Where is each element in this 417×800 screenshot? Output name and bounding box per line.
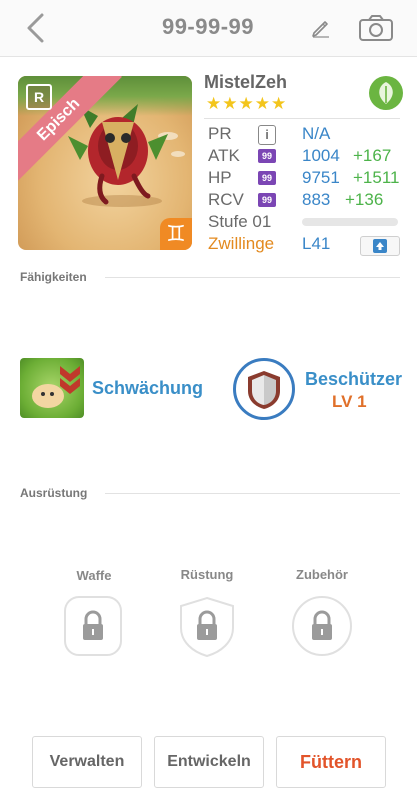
pr-value: N/A	[302, 124, 331, 143]
stat-row-hp: HP 99 9751 +1511	[208, 168, 400, 187]
max-level-badge: 99	[258, 171, 276, 185]
feed-button[interactable]: Füttern	[276, 736, 386, 788]
stat-row-rcv: RCV 99 883 +136	[208, 190, 384, 209]
monster-portrait[interactable]: Episch R ♊	[18, 76, 192, 250]
chevron-left-icon	[27, 13, 44, 43]
leaf-element-icon	[369, 76, 403, 110]
screenshot-button[interactable]	[358, 14, 394, 42]
monster-name: MistelZeh	[204, 72, 288, 92]
stat-row-atk: ATK 99 1004 +167	[208, 146, 392, 165]
weapon-slot-label: Waffe	[76, 568, 112, 583]
upgrade-sign-button[interactable]	[360, 236, 400, 256]
abilities-section-title: Fähigkeiten	[20, 270, 87, 284]
lock-icon	[292, 596, 352, 656]
hp-value: 9751	[302, 168, 340, 187]
arrow-up-icon	[373, 239, 387, 253]
page-title: 99-99-99	[161, 14, 255, 39]
weapon-slot[interactable]	[64, 596, 122, 656]
camera-icon	[359, 15, 393, 41]
zodiac-sign-icon: ♊	[160, 218, 192, 250]
equipment-section-title: Ausrüstung	[20, 486, 88, 500]
manage-button[interactable]: Verwalten	[32, 736, 142, 788]
back-button[interactable]	[22, 12, 50, 44]
skill-name[interactable]: Schwächung	[92, 378, 203, 399]
evolve-button[interactable]: Entwickeln	[154, 736, 264, 788]
stat-row-sign: Zwillinge L41	[208, 234, 348, 256]
edit-button[interactable]	[310, 16, 332, 38]
info-divider	[204, 118, 400, 119]
section-divider	[105, 493, 400, 494]
rcv-bonus: +136	[345, 190, 384, 209]
rarity-badge: R	[26, 84, 52, 110]
atk-bonus: +167	[353, 146, 392, 165]
leader-skill-level: LV 1	[332, 392, 367, 411]
stat-row-pr: PR i N/A	[208, 124, 331, 145]
rcv-value: 883	[302, 190, 331, 209]
info-icon[interactable]: i	[258, 125, 276, 145]
lock-icon	[180, 596, 234, 658]
max-level-badge: 99	[258, 193, 276, 207]
hp-bonus: +1511	[353, 168, 400, 187]
star-rating: ★★★★★	[206, 94, 288, 113]
accessory-slot[interactable]	[291, 595, 352, 656]
max-level-badge: 99	[258, 149, 276, 163]
level-label: Stufe 01	[208, 212, 272, 231]
armor-slot-label: Rüstung	[180, 567, 234, 582]
leader-skill-name[interactable]: Beschützer	[305, 369, 402, 390]
section-divider	[105, 277, 400, 278]
lock-icon	[64, 596, 122, 656]
zodiac-label: Zwillinge	[208, 234, 275, 253]
stat-row-level: Stufe 01	[208, 212, 298, 234]
accessory-slot-label: Zubehör	[296, 567, 348, 582]
level-progress-bar	[302, 218, 398, 226]
armor-slot[interactable]	[178, 596, 236, 658]
atk-value: 1004	[302, 146, 340, 165]
zodiac-level: L41	[302, 234, 331, 253]
pencil-icon	[312, 21, 329, 38]
skill-icon[interactable]	[20, 358, 84, 418]
leader-skill-icon[interactable]	[233, 358, 295, 420]
